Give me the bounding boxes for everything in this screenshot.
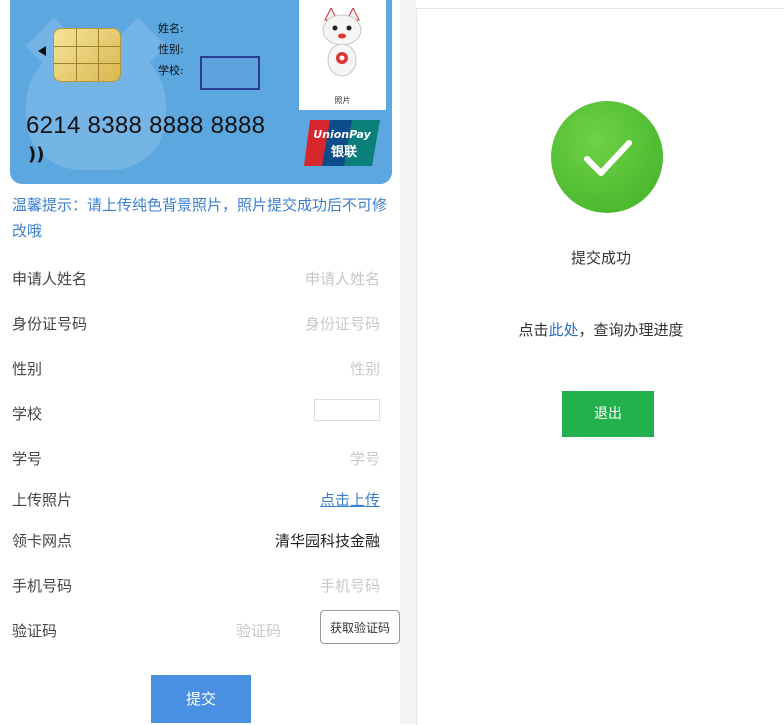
pickup-branch-select[interactable]: 清华园科技金融 [275, 530, 380, 551]
card-number: 6214 8388 8888 8888 [26, 112, 266, 139]
verify-code-label: 验证码 [12, 622, 58, 640]
query-progress-link[interactable]: 此处 [548, 321, 578, 339]
get-code-button[interactable]: 获取验证码 [320, 610, 400, 644]
pickup-branch-label: 领卡网点 [12, 532, 73, 550]
query-progress-text: 点击此处，查询办理进度 [417, 319, 784, 340]
query-suffix: ，查询办理进度 [578, 321, 684, 339]
upload-photo-row: 上传照片 点击上传 [12, 489, 380, 513]
phone-row: 手机号码 手机号码 [12, 575, 380, 599]
school-redaction-box [200, 56, 260, 90]
bank-card-preview: 姓名: 性别: 学校: 照片 6214 8388 8888 8888 )) Un… [10, 0, 392, 184]
verify-code-row: 验证码 验证码 获取验证码 [12, 610, 400, 644]
id-number-input[interactable]: 身份证号码 [305, 313, 380, 334]
gender-select[interactable]: 性别 [350, 358, 380, 379]
upload-photo-label: 上传照片 [12, 491, 73, 509]
card-photo: 照片 [299, 0, 386, 110]
contactless-icon: )) [28, 144, 45, 165]
query-prefix: 点击 [518, 321, 549, 339]
card-school-label: 学校: [158, 64, 184, 77]
school-label: 学校 [12, 405, 43, 423]
chip-icon [53, 28, 121, 82]
upload-tip: 温馨提示：请上传纯色背景照片，照片提交成功后不可修改哦 [12, 196, 388, 240]
phone-label: 手机号码 [12, 577, 73, 595]
card-arrow-icon [38, 46, 46, 56]
applicant-name-input[interactable]: 申请人姓名 [305, 268, 380, 289]
exit-button[interactable]: 退出 [562, 391, 654, 437]
school-select[interactable] [314, 399, 380, 421]
success-title: 提交成功 [570, 249, 631, 267]
pickup-branch-row: 领卡网点 清华园科技金融 [12, 530, 380, 554]
student-id-input[interactable]: 学号 [350, 448, 380, 469]
applicant-name-label: 申请人姓名 [12, 270, 88, 288]
unionpay-text: UnionPay [313, 128, 371, 141]
card-holder-info: 姓名: 性别: 学校: [158, 18, 184, 81]
card-name-label: 姓名: [158, 22, 184, 35]
id-number-row: 身份证号码 身份证号码 [12, 313, 380, 337]
submit-button[interactable]: 提交 [151, 675, 251, 723]
gender-row: 性别 性别 [12, 358, 380, 382]
phone-input[interactable]: 手机号码 [320, 575, 380, 596]
pane-divider [400, 0, 416, 724]
card-gender-label: 性别: [158, 43, 184, 56]
student-id-label: 学号 [12, 450, 43, 468]
unionpay-chinese-text: 银联 [331, 144, 357, 160]
success-check-icon [551, 101, 663, 213]
applicant-name-row: 申请人姓名 申请人姓名 [12, 268, 380, 292]
unionpay-logo: UnionPay 银联 [304, 120, 380, 166]
success-pane: 提交成功 点击此处，查询办理进度 退出 [416, 8, 784, 725]
id-number-label: 身份证号码 [12, 315, 88, 333]
verify-code-input[interactable]: 验证码 [236, 620, 281, 641]
gender-label: 性别 [12, 360, 43, 378]
photo-caption: 照片 [334, 96, 351, 105]
upload-photo-link[interactable]: 点击上传 [320, 489, 380, 510]
school-row: 学校 [12, 399, 380, 427]
student-id-row: 学号 学号 [12, 448, 380, 472]
application-form-pane: 姓名: 性别: 学校: 照片 6214 8388 8888 8888 )) Un… [0, 0, 400, 724]
cat-mascot-icon [322, 8, 362, 77]
